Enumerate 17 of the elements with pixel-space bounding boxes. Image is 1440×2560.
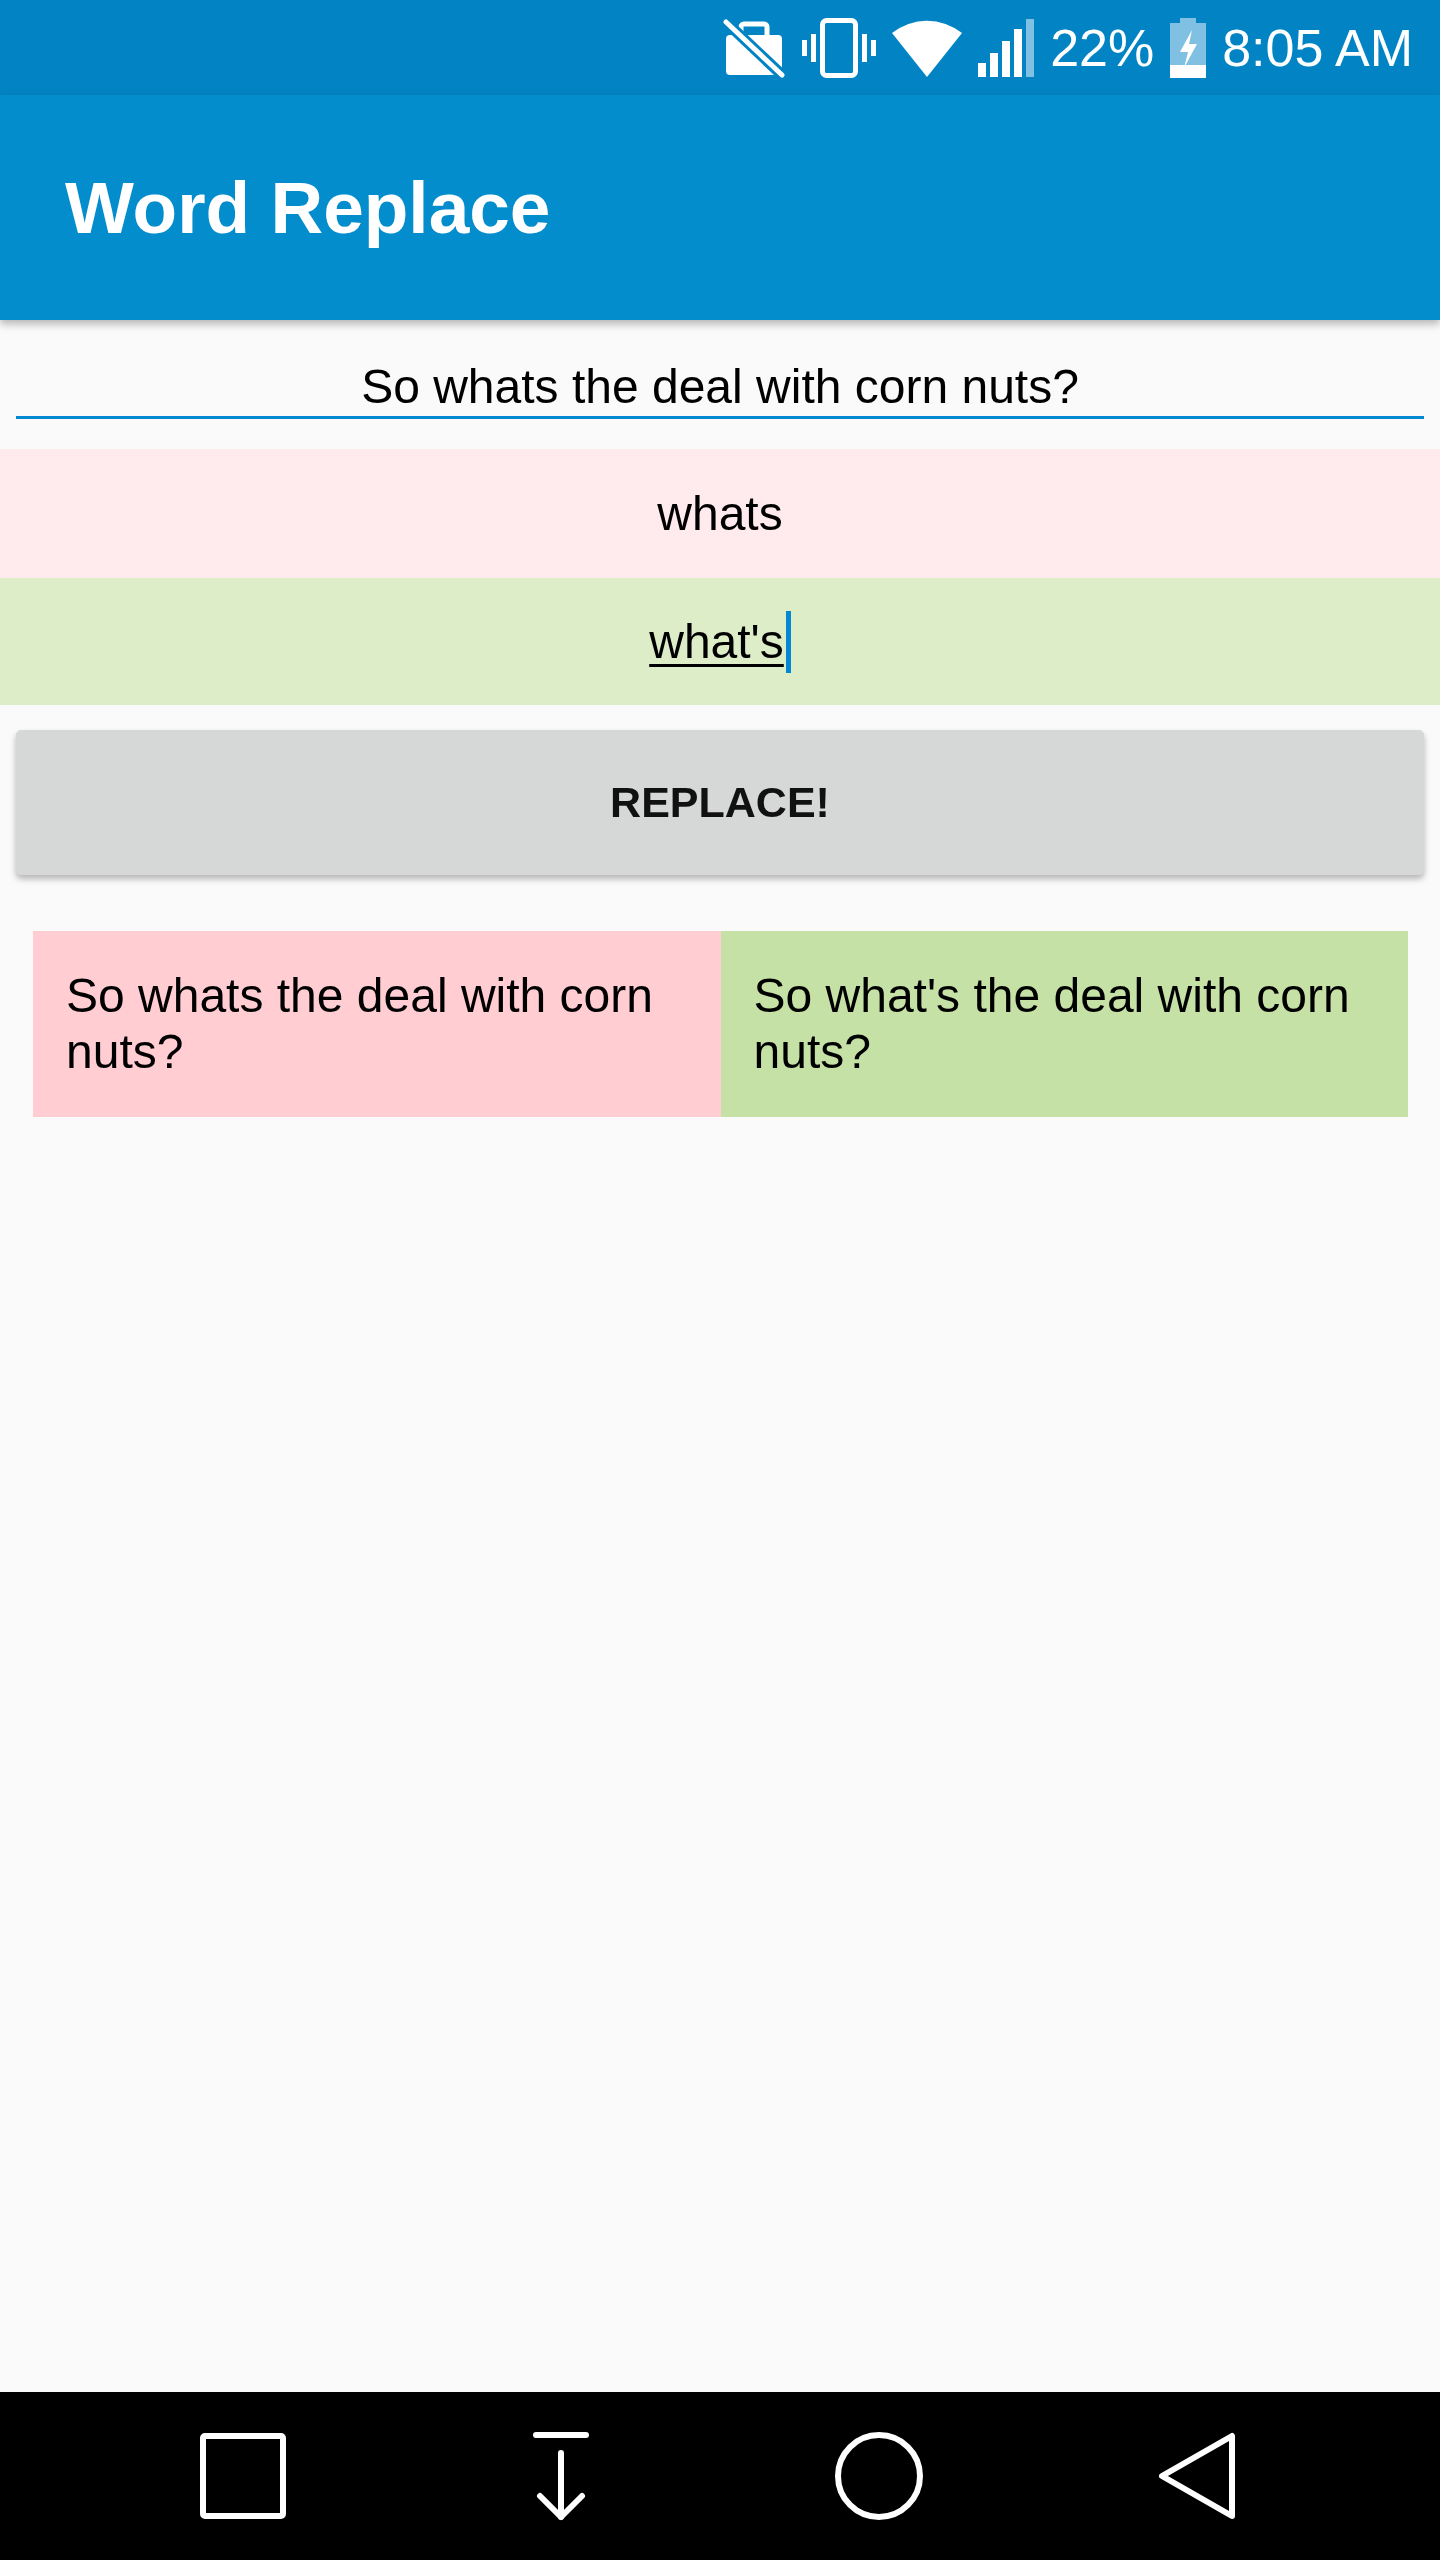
- battery-percent: 22%: [1050, 17, 1155, 78]
- text-cursor: [785, 610, 791, 673]
- original-sentence: So whats the deal with corn nuts?: [33, 931, 721, 1117]
- briefcase-slash-icon: [722, 17, 787, 78]
- phone-vibrate-icon: [802, 17, 877, 78]
- home-icon[interactable]: [834, 2431, 924, 2521]
- replace-field[interactable]: what's: [0, 578, 1440, 705]
- replace-button[interactable]: REPLACE!: [16, 730, 1424, 875]
- sentence-field[interactable]: So whats the deal with corn nuts?: [16, 356, 1424, 419]
- signal-icon: [978, 18, 1035, 77]
- wifi-icon: [892, 18, 963, 77]
- battery-bolt-icon: [1170, 17, 1207, 78]
- replaced-sentence: So what's the deal with corn nuts?: [720, 931, 1408, 1117]
- app-title: Word Replace: [65, 165, 551, 250]
- status-time: 8:05 AM: [1222, 17, 1413, 78]
- find-field[interactable]: whats: [0, 449, 1440, 578]
- square-icon[interactable]: [198, 2431, 288, 2521]
